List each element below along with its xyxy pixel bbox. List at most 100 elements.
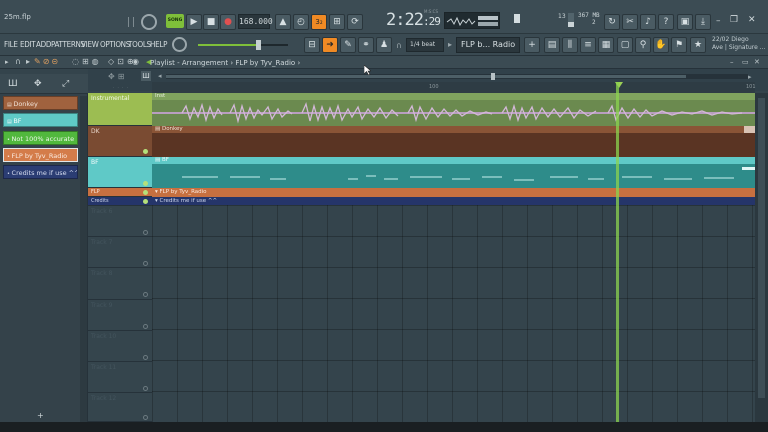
- hand-icon: ✋: [655, 40, 667, 50]
- link-button[interactable]: ⚭: [358, 37, 374, 53]
- playlist-close-icon[interactable]: ✕: [754, 58, 760, 66]
- step-edit-button[interactable]: ⊞: [329, 14, 345, 30]
- magnet-small-icon[interactable]: ∩: [15, 57, 21, 66]
- mute-led-10[interactable]: [143, 355, 148, 360]
- loop-record-button[interactable]: ⟳: [347, 14, 363, 30]
- breadcrumb-pattern[interactable]: FLP by Tyv_Radio: [235, 59, 295, 67]
- song-mode-button[interactable]: SONG: [166, 14, 184, 28]
- playlist-max-icon[interactable]: ▭: [742, 58, 749, 66]
- breadcrumb-arrangement[interactable]: Arrangement: [182, 59, 228, 67]
- plugin-database-button[interactable]: ▢: [617, 37, 633, 53]
- pattern-prev-icon[interactable]: ▸: [448, 40, 452, 49]
- metronome-button[interactable]: ▲: [275, 14, 291, 30]
- mute-led-dk[interactable]: [143, 149, 148, 154]
- master-volume-slider[interactable]: [198, 40, 288, 50]
- clip-inst[interactable]: Inst: [152, 93, 755, 126]
- render-button[interactable]: ⤓: [695, 14, 711, 30]
- playlist-min-icon[interactable]: –: [730, 58, 734, 66]
- move-icon[interactable]: ✥: [34, 79, 42, 89]
- mixer-button[interactable]: ⫼: [562, 37, 578, 53]
- mute-led-9[interactable]: [143, 324, 148, 329]
- empty-lanes-grid[interactable]: [152, 205, 755, 422]
- picker-add-button[interactable]: +: [37, 411, 44, 420]
- overview-scrollbar[interactable]: [166, 73, 748, 80]
- playlist-button[interactable]: ➜: [322, 37, 338, 53]
- draw-tool-button[interactable]: ✎: [340, 37, 356, 53]
- menu-help[interactable]: HELP: [150, 40, 167, 49]
- mute-led-bf[interactable]: [143, 181, 148, 186]
- playlist-vertical-scrollbar[interactable]: [755, 93, 768, 422]
- undo-button[interactable]: ↻: [604, 14, 620, 30]
- maximize-icon[interactable]: ❐: [730, 15, 738, 25]
- menu-tools[interactable]: TOOLS: [128, 40, 151, 49]
- pattern-add-button[interactable]: +: [524, 37, 540, 53]
- close-icon[interactable]: ✕: [748, 15, 756, 25]
- record-button[interactable]: ●: [220, 14, 236, 30]
- menu-arrow-icon[interactable]: ▸: [5, 58, 9, 66]
- tool-icons-2[interactable]: ◌⊞◍: [72, 57, 102, 66]
- document-icon: ▢: [620, 40, 630, 50]
- overview-thumb[interactable]: [491, 73, 495, 80]
- piano-keys-icon[interactable]: Ш: [8, 79, 18, 89]
- picker-item-flp[interactable]: • FLP by Tyv_Radio: [3, 148, 78, 162]
- picker-scrollbar[interactable]: [80, 96, 87, 422]
- help-button[interactable]: ?: [658, 14, 674, 30]
- channel-rack-button[interactable]: ▤: [544, 37, 560, 53]
- record-audio-button[interactable]: ♪: [640, 14, 656, 30]
- stop-button[interactable]: ■: [203, 14, 219, 30]
- menu-patterns[interactable]: PATTERNS: [51, 40, 85, 49]
- picker-item-bf[interactable]: ▤ BF: [3, 113, 78, 127]
- snap-selector[interactable]: 1/4 beat: [406, 38, 444, 52]
- time-ruler[interactable]: 100 101: [152, 82, 756, 93]
- track-header-instrumental[interactable]: Instrumental: [88, 93, 152, 126]
- tool-icons[interactable]: ✎⊘⊝: [34, 57, 60, 66]
- master-pitch-knob[interactable]: [172, 37, 187, 52]
- menu-add[interactable]: ADD: [36, 40, 51, 49]
- bottom-edge: [0, 422, 768, 432]
- clip-donkey[interactable]: ▤ Donkey: [152, 126, 755, 157]
- menu-edit[interactable]: EDIT: [20, 40, 36, 49]
- play-small-icon[interactable]: ▸: [26, 57, 30, 66]
- menu-options[interactable]: OPTIONS: [100, 40, 130, 49]
- plugin-picker-button[interactable]: ⚲: [635, 37, 651, 53]
- stop-icon: ■: [206, 17, 216, 27]
- play-button[interactable]: ▶: [186, 14, 202, 30]
- video-button[interactable]: ⚑: [671, 37, 687, 53]
- touch-keyboard-button[interactable]: ✋: [653, 37, 669, 53]
- plugin-button[interactable]: ♟: [376, 37, 392, 53]
- browser-button[interactable]: ▦: [598, 37, 614, 53]
- playlist-view-icons[interactable]: ✥⊞: [108, 72, 127, 81]
- mute-led-6[interactable]: [143, 230, 148, 235]
- step-sequencer-button[interactable]: ≡: [580, 37, 596, 53]
- record-small-icon[interactable]: ◉: [132, 57, 139, 66]
- countdown-button[interactable]: 3₂: [311, 14, 327, 30]
- cut-button[interactable]: ✂: [622, 14, 638, 30]
- mute-led-8[interactable]: [143, 292, 148, 297]
- picker-item-donkey[interactable]: ▤ Donkey: [3, 96, 78, 110]
- menu-view[interactable]: VIEW: [81, 40, 99, 49]
- picker-item-not-accurate[interactable]: • Not 100% accurate: [3, 131, 78, 145]
- mute-led-11[interactable]: [143, 386, 148, 391]
- pattern-selector[interactable]: FLP b... Radio: [456, 37, 520, 53]
- menu-file[interactable]: FILE: [4, 40, 18, 49]
- picker-item-credits[interactable]: • Credits me if use ^^: [3, 165, 78, 179]
- clip-flp[interactable]: ▾ FLP by Tyv_Radio: [152, 188, 755, 197]
- news-button[interactable]: ★: [690, 37, 706, 53]
- scroll-right-icon[interactable]: ▸: [748, 73, 752, 81]
- mute-led-flp[interactable]: [143, 190, 148, 195]
- master-volume-knob[interactable]: [141, 14, 157, 30]
- magnet-icon[interactable]: ∩: [396, 41, 402, 50]
- scroll-left-icon[interactable]: ◂: [158, 73, 165, 80]
- mute-led-12[interactable]: [143, 415, 148, 420]
- grip-icon[interactable]: [128, 17, 134, 27]
- clip-bf[interactable]: ▤ BF: [152, 157, 755, 188]
- piano-roll-button[interactable]: ⊟: [304, 37, 320, 53]
- piano-mode-icon[interactable]: Ш: [141, 71, 151, 81]
- mute-led-credits[interactable]: [143, 199, 148, 204]
- minimize-icon[interactable]: –: [716, 16, 721, 26]
- mute-led-7[interactable]: [143, 261, 148, 266]
- tempo-display[interactable]: 168.000: [238, 14, 273, 29]
- wait-input-button[interactable]: ◴: [293, 14, 309, 30]
- automation-icon[interactable]: ⤢: [62, 79, 69, 89]
- save-button[interactable]: ▣: [677, 14, 693, 30]
